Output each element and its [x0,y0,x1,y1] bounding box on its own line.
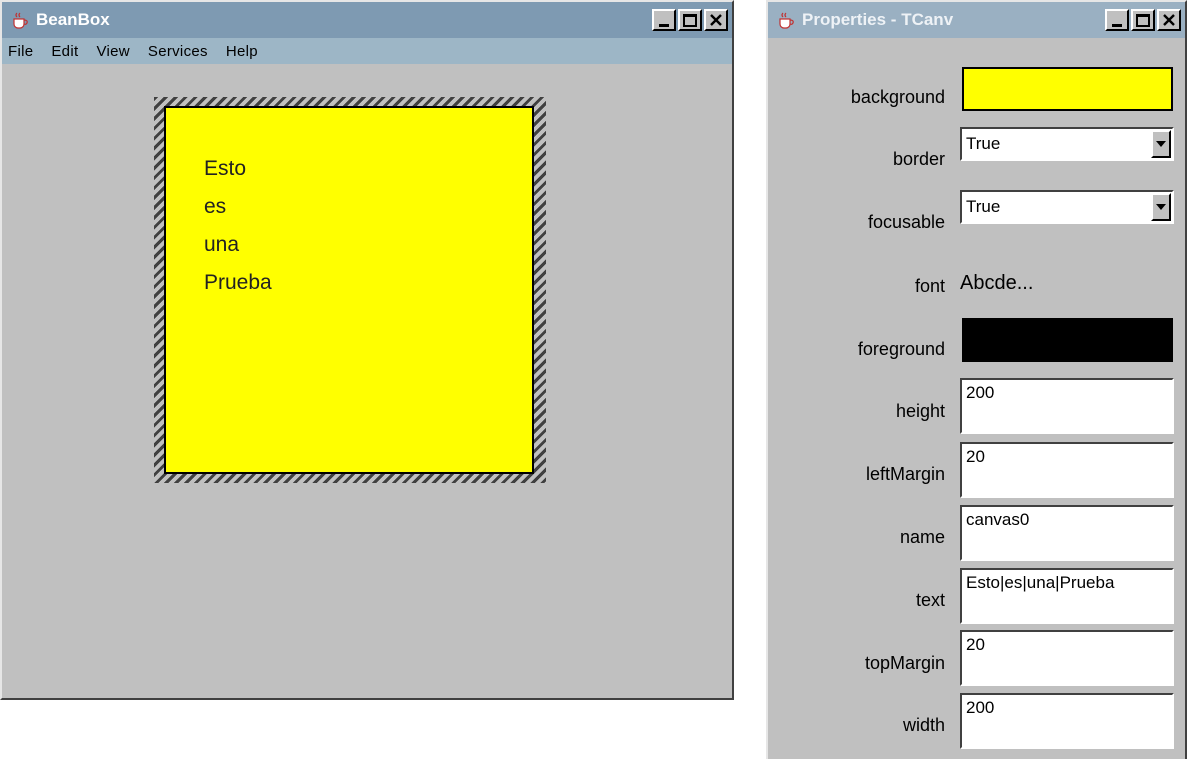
menu-help[interactable]: Help [226,43,258,60]
focusable-select[interactable]: True [960,190,1174,224]
border-select-value: True [966,134,1001,153]
height-field[interactable]: 200 [960,378,1174,434]
prop-label-text: text [915,590,945,610]
chevron-down-icon[interactable] [1151,193,1171,221]
focusable-select-value: True [966,197,1001,216]
prop-label-background: background [850,87,945,107]
border-select[interactable]: True [960,127,1174,161]
beanbox-titlebar[interactable]: BeanBox [2,2,732,38]
foreground-color-swatch[interactable] [962,318,1173,362]
maximize-button[interactable] [678,9,702,31]
width-field[interactable]: 200 [960,693,1174,749]
window-title: BeanBox [36,10,110,29]
bean-text-line: Esto [204,157,247,180]
menu-view[interactable]: View [96,43,129,60]
beanbox-canvas[interactable]: Esto es una Prueba [2,64,732,698]
prop-label-height: height [895,401,945,421]
prop-label-name: name [899,527,945,547]
bean-text-line: es [204,195,227,218]
topmargin-field[interactable]: 20 [960,630,1174,686]
maximize-button[interactable] [1131,9,1155,31]
beanbox-window: BeanBox File Edit View Services Help Est… [0,0,734,700]
menu-services[interactable]: Services [148,43,208,60]
prop-label-border: border [892,149,945,169]
close-button[interactable] [1157,9,1181,31]
minimize-button[interactable] [652,9,676,31]
prop-label-focusable: focusable [867,212,945,232]
bean-text-line: una [204,233,240,256]
bean-text-line: Prueba [204,271,272,294]
font-preview[interactable]: Abcde... [960,272,1033,295]
prop-label-foreground: foreground [857,339,945,359]
text-field[interactable]: Esto|es|una|Prueba [960,568,1174,624]
menu-file[interactable]: File [8,43,33,60]
menubar: File Edit View Services Help [2,38,732,64]
background-color-swatch[interactable] [962,67,1173,111]
menu-edit[interactable]: Edit [51,43,78,60]
window-title: Properties - TCanv [802,10,954,29]
tcanvas-bean[interactable]: Esto es una Prueba [164,106,534,474]
java-cup-icon [10,10,30,30]
java-cup-icon [776,10,796,30]
minimize-button[interactable] [1105,9,1129,31]
prop-label-width: width [902,715,945,735]
name-field[interactable]: canvas0 [960,505,1174,561]
leftmargin-field[interactable]: 20 [960,442,1174,498]
properties-window: Properties - TCanv background border Tru… [766,0,1187,759]
prop-label-leftmargin: leftMargin [865,464,945,484]
chevron-down-icon[interactable] [1151,130,1171,158]
prop-label-font: font [914,276,945,296]
close-icon [710,14,722,26]
bean-text: Esto es una Prueba [204,150,272,302]
properties-titlebar[interactable]: Properties - TCanv [768,2,1185,38]
prop-label-topmargin: topMargin [864,653,945,673]
close-icon [1163,14,1175,26]
close-button[interactable] [704,9,728,31]
